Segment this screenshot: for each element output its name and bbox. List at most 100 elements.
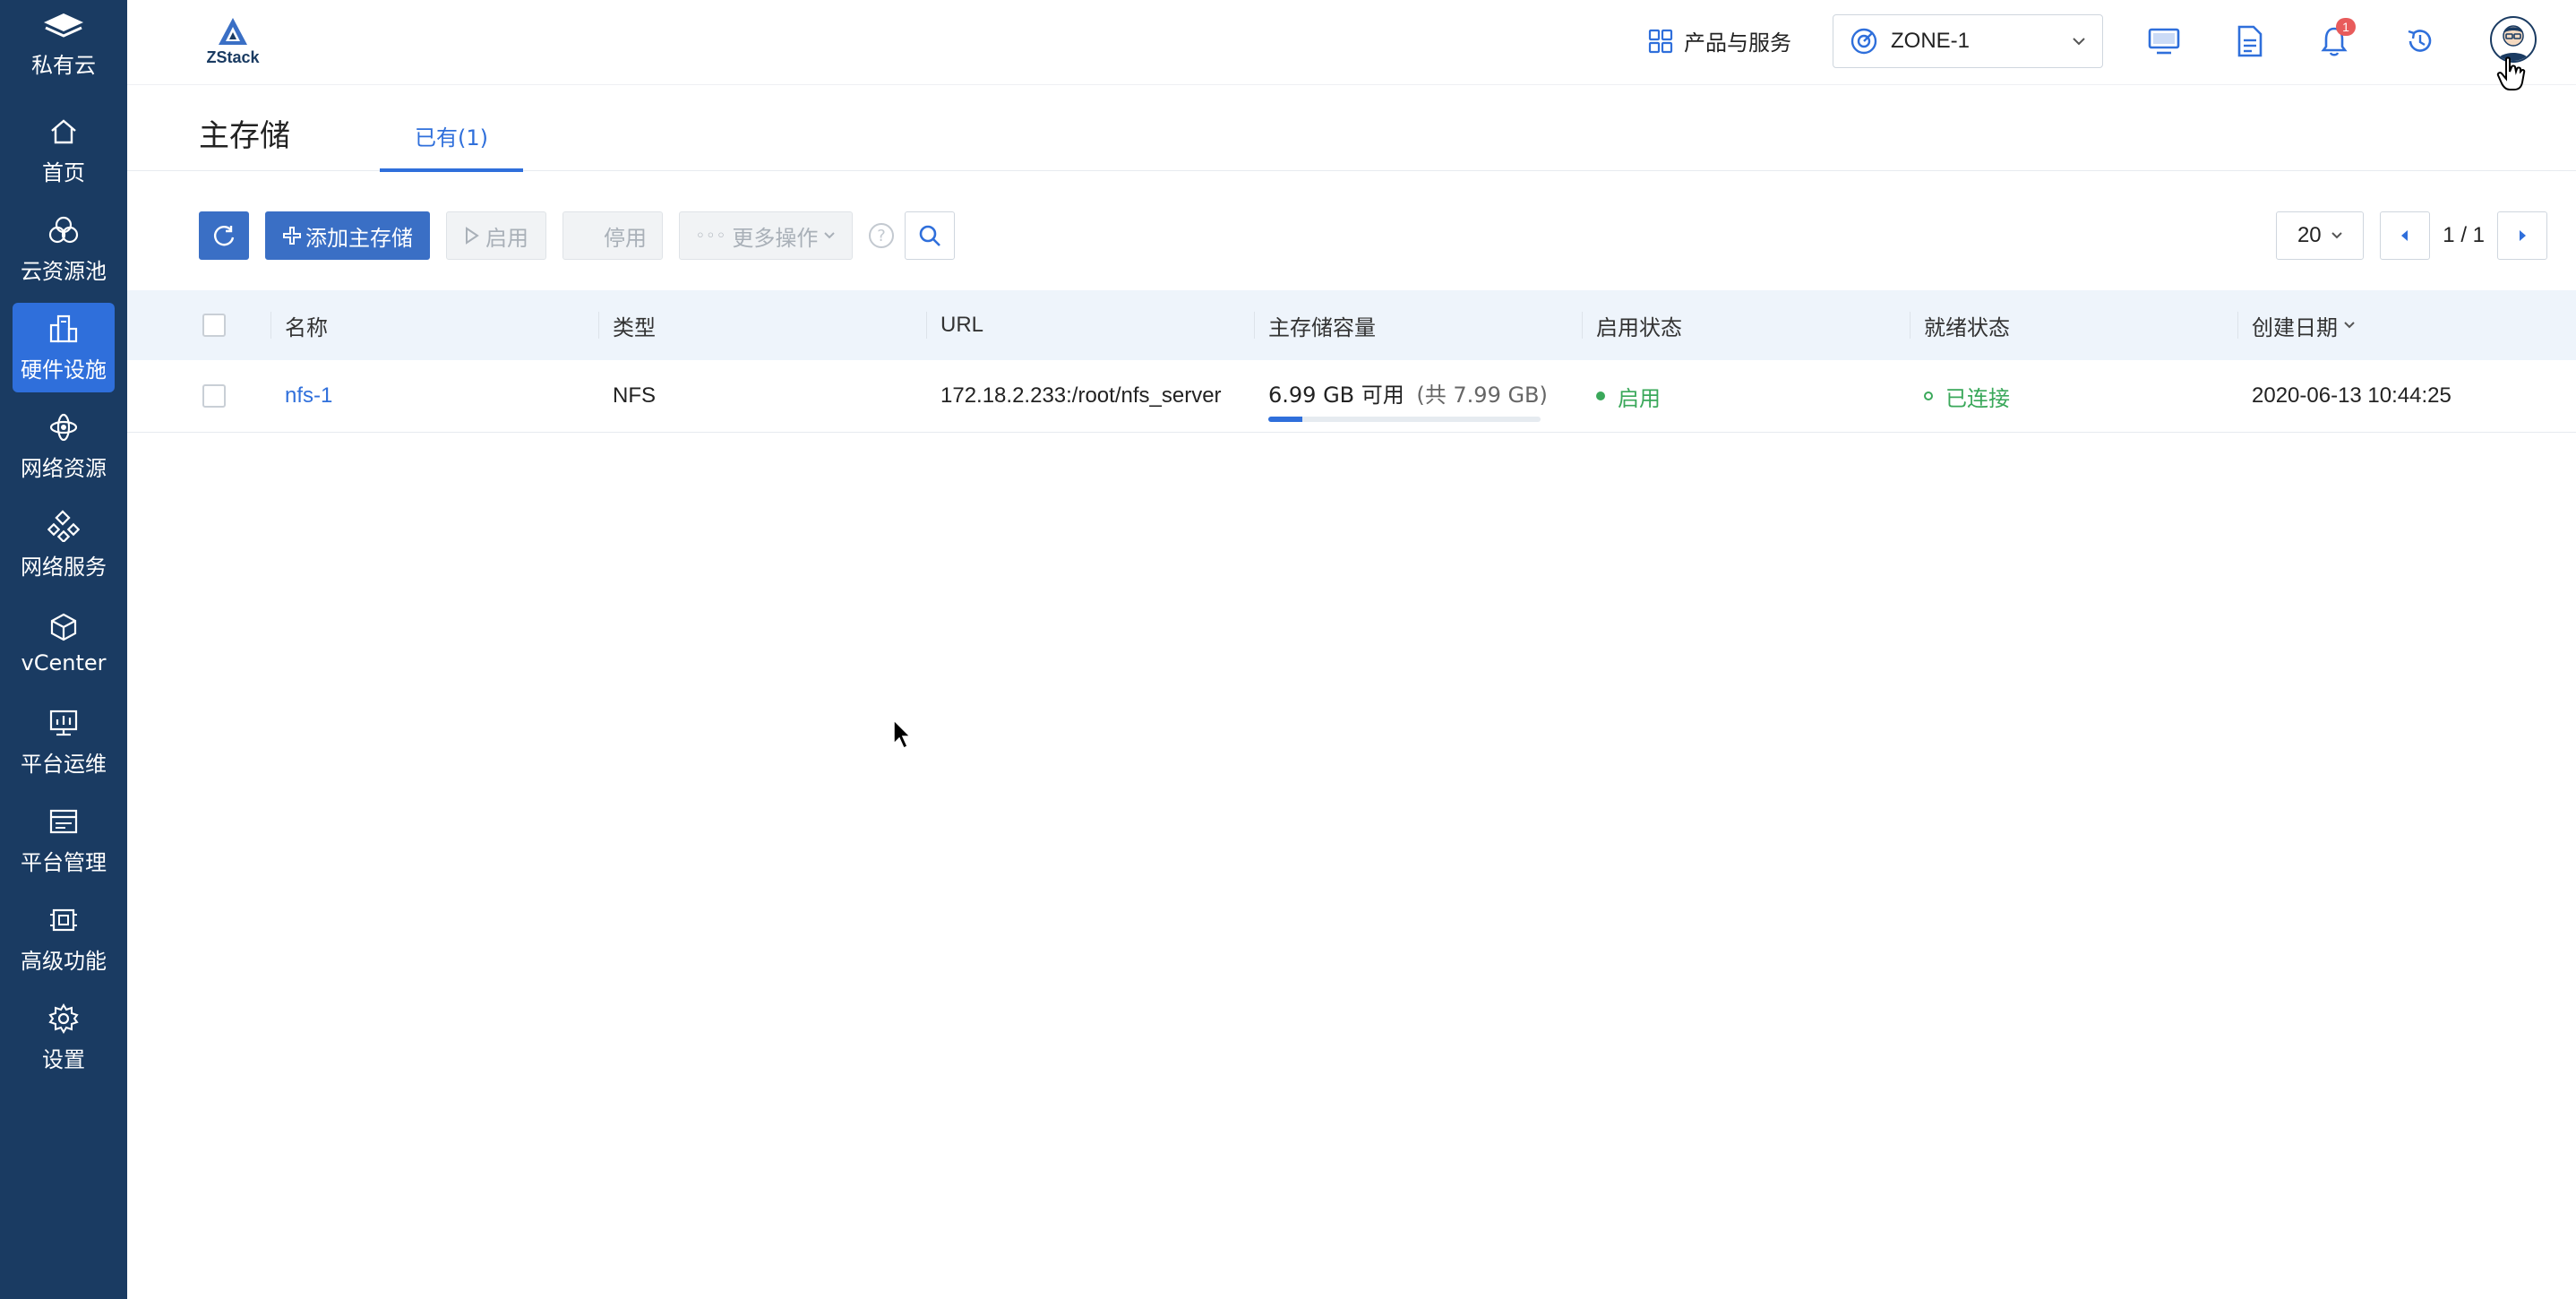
sidebar-item-network-resource[interactable]: 网络资源 xyxy=(13,401,115,491)
capacity-bar xyxy=(1268,416,1541,422)
add-primary-storage-label: 添加主存储 xyxy=(305,225,413,251)
tab-existing[interactable]: 已有(1) xyxy=(380,120,523,172)
next-page-button[interactable] xyxy=(2497,211,2547,260)
chevron-down-icon xyxy=(2331,232,2342,239)
header-ready-state[interactable]: 就绪状态 xyxy=(1924,290,2010,360)
header-created-label: 创建日期 xyxy=(2252,314,2338,340)
mouse-pointer-icon xyxy=(893,718,912,750)
management-icon xyxy=(49,809,78,833)
help-icon[interactable]: ? xyxy=(869,223,894,248)
column-divider xyxy=(2237,312,2238,339)
created-date: 2020-06-13 10:44:25 xyxy=(2252,383,2451,408)
sidebar-item-hardware[interactable]: 硬件设施 xyxy=(13,303,115,392)
more-actions-button[interactable]: ◦◦◦ 更多操作 xyxy=(679,211,853,260)
column-divider xyxy=(1254,312,1255,339)
document-icon xyxy=(2237,25,2263,57)
zone-name: ZONE-1 xyxy=(1891,29,1971,53)
sidebar-item-resource-pool[interactable]: 云资源池 xyxy=(13,204,115,294)
zstack-logo-icon xyxy=(219,18,247,45)
column-divider xyxy=(1910,312,1911,339)
column-divider xyxy=(598,312,599,339)
brand[interactable]: 私有云 xyxy=(0,0,127,90)
advanced-icon xyxy=(50,908,77,931)
chevron-down-icon xyxy=(2073,38,2085,46)
sort-down-icon xyxy=(2344,322,2355,329)
sidebar-item-label: 平台运维 xyxy=(21,751,107,777)
header-url[interactable]: URL xyxy=(940,290,983,360)
row-checkbox[interactable] xyxy=(202,384,226,408)
sidebar-item-vcenter[interactable]: vCenter xyxy=(13,598,115,688)
console-button[interactable] xyxy=(2146,23,2182,59)
caret-right-icon xyxy=(2520,230,2526,241)
page-size-value: 20 xyxy=(2297,223,2322,247)
disable-button[interactable]: 停用 xyxy=(562,211,663,260)
page-size-select[interactable]: 20 xyxy=(2276,211,2365,260)
disable-label: 停用 xyxy=(604,225,647,251)
chevron-down-icon xyxy=(824,232,836,239)
status-dot xyxy=(1596,391,1605,400)
sidebar-item-advanced[interactable]: 高级功能 xyxy=(13,894,115,984)
top-bar: ZStack 产品与服务 ZONE-1 1 xyxy=(127,0,2576,90)
enable-label: 启用 xyxy=(485,225,528,251)
home-icon xyxy=(51,118,76,143)
zstack-logo[interactable]: ZStack xyxy=(197,16,269,67)
header-created[interactable]: 创建日期 xyxy=(2252,290,2356,360)
enable-state: 启用 xyxy=(1596,360,1661,432)
sidebar-item-platform-ops[interactable]: 平台运维 xyxy=(13,697,115,787)
history-icon xyxy=(2408,30,2432,52)
sidebar-item-label: vCenter xyxy=(21,650,107,675)
monitor-chart-icon xyxy=(49,710,78,736)
hardware-icon xyxy=(49,314,78,342)
enable-button[interactable]: 启用 xyxy=(446,211,546,260)
sidebar-item-platform-mgmt[interactable]: 平台管理 xyxy=(13,796,115,885)
sidebar-item-home[interactable]: 首页 xyxy=(13,106,115,195)
caret-left-icon xyxy=(2401,230,2409,241)
storage-name-link[interactable]: nfs-1 xyxy=(285,360,332,432)
sidebar-item-settings[interactable]: 设置 xyxy=(13,993,115,1082)
storage-capacity: 6.99 GB 可用 (共 7.99 GB) xyxy=(1268,360,1564,432)
header-type[interactable]: 类型 xyxy=(613,290,656,360)
search-icon xyxy=(919,225,940,246)
notifications-button[interactable]: 1 xyxy=(2316,18,2356,59)
prev-page-button[interactable] xyxy=(2380,211,2431,260)
play-icon xyxy=(466,227,479,245)
header-enable-state[interactable]: 启用状态 xyxy=(1596,290,1682,360)
capacity-bar-fill xyxy=(1268,416,1302,422)
history-button[interactable] xyxy=(2402,23,2438,59)
storage-url: 172.18.2.233:/root/nfs_server xyxy=(940,383,1222,408)
zone-icon xyxy=(1850,28,1877,55)
header-capacity[interactable]: 主存储容量 xyxy=(1268,290,1376,360)
page-indicator: 1 / 1 xyxy=(2443,223,2485,247)
storage-type: NFS xyxy=(613,383,656,408)
search-button[interactable] xyxy=(905,211,955,260)
capacity-total: (共 7.99 GB) xyxy=(1416,382,1548,408)
refresh-button[interactable] xyxy=(199,211,249,260)
page-title: 主存储 xyxy=(199,118,290,154)
products-services-menu[interactable]: 产品与服务 xyxy=(1648,25,1791,56)
table-row[interactable]: nfs-1 NFS 172.18.2.233:/root/nfs_server … xyxy=(127,360,2576,433)
add-primary-storage-button[interactable]: 添加主存储 xyxy=(265,211,430,260)
page-header: 主存储 已有(1) xyxy=(127,84,2576,172)
monitor-icon xyxy=(2148,28,2180,55)
capacity-available: 6.99 GB 可用 xyxy=(1268,382,1404,408)
docs-button[interactable] xyxy=(2232,23,2268,59)
sidebar-item-label: 云资源池 xyxy=(21,258,107,284)
sidebar-item-label: 首页 xyxy=(42,159,85,185)
sidebar-item-label: 网络资源 xyxy=(21,455,107,481)
network-service-icon xyxy=(47,509,80,542)
avatar-icon xyxy=(2497,25,2529,61)
gear-icon xyxy=(48,1002,79,1034)
sidebar-item-label: 网络服务 xyxy=(21,554,107,580)
ready-state: 已连接 xyxy=(1924,360,2010,432)
toolbar: 添加主存储 启用 停用 ◦◦◦ 更多操作 ? xyxy=(199,211,955,260)
notification-badge: 1 xyxy=(2336,18,2356,36)
logo-text: ZStack xyxy=(206,48,260,66)
refresh-icon xyxy=(214,226,235,246)
sidebar-item-label: 设置 xyxy=(42,1046,85,1072)
primary-storage-table: 名称 类型 URL 主存储容量 启用状态 就绪状态 创建日期 nfs-1 NFS… xyxy=(127,290,2576,433)
sidebar-item-network-service[interactable]: 网络服务 xyxy=(13,500,115,589)
header-name[interactable]: 名称 xyxy=(285,290,328,360)
zone-select[interactable]: ZONE-1 xyxy=(1833,14,2103,68)
brand-label: 私有云 xyxy=(31,52,96,78)
select-all-checkbox[interactable] xyxy=(202,314,226,337)
